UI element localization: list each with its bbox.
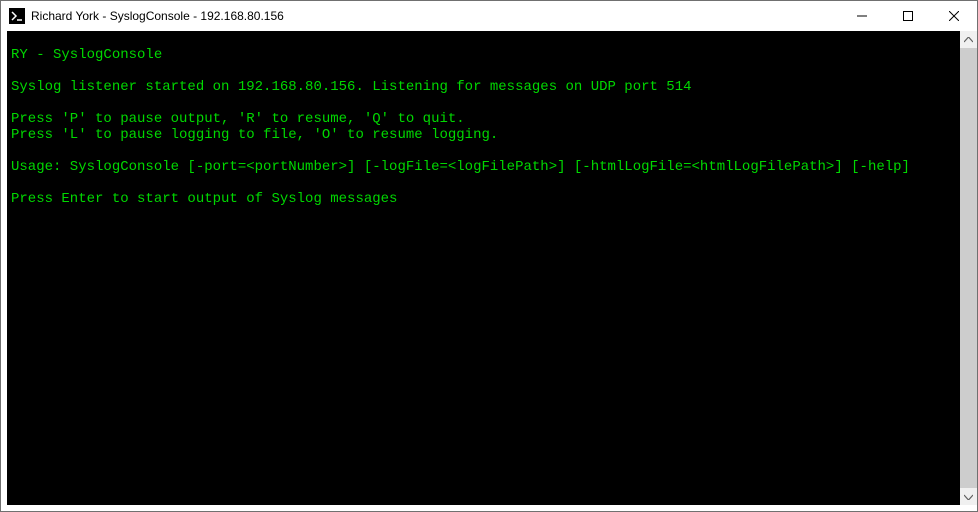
- app-window: Richard York - SyslogConsole - 192.168.8…: [0, 0, 978, 512]
- minimize-button[interactable]: [839, 1, 885, 31]
- scroll-up-button[interactable]: [960, 31, 977, 48]
- console-line: [11, 63, 956, 79]
- maximize-button[interactable]: [885, 1, 931, 31]
- console-cursor-line: [11, 207, 956, 223]
- titlebar[interactable]: Richard York - SyslogConsole - 192.168.8…: [1, 1, 977, 31]
- window-controls: [839, 1, 977, 31]
- console-line: Press 'L' to pause logging to file, 'O' …: [11, 127, 956, 143]
- console-line: [11, 143, 956, 159]
- console-area: RY - SyslogConsole Syslog listener start…: [1, 31, 977, 511]
- console-line: RY - SyslogConsole: [11, 47, 956, 63]
- scroll-thumb[interactable]: [960, 48, 977, 488]
- vertical-scrollbar[interactable]: [960, 31, 977, 505]
- window-title: Richard York - SyslogConsole - 192.168.8…: [31, 9, 839, 23]
- scroll-track[interactable]: [960, 48, 977, 488]
- close-button[interactable]: [931, 1, 977, 31]
- console-app-icon: [9, 8, 25, 24]
- console-line: [11, 31, 956, 47]
- console-line: [11, 95, 956, 111]
- console-output[interactable]: RY - SyslogConsole Syslog listener start…: [7, 31, 960, 505]
- cursor-icon: [11, 209, 19, 223]
- console-line: Press 'P' to pause output, 'R' to resume…: [11, 111, 956, 127]
- console-line: Usage: SyslogConsole [-port=<portNumber>…: [11, 159, 956, 175]
- console-line: Press Enter to start output of Syslog me…: [11, 191, 956, 207]
- scroll-down-button[interactable]: [960, 488, 977, 505]
- console-line: Syslog listener started on 192.168.80.15…: [11, 79, 956, 95]
- console-line: [11, 175, 956, 191]
